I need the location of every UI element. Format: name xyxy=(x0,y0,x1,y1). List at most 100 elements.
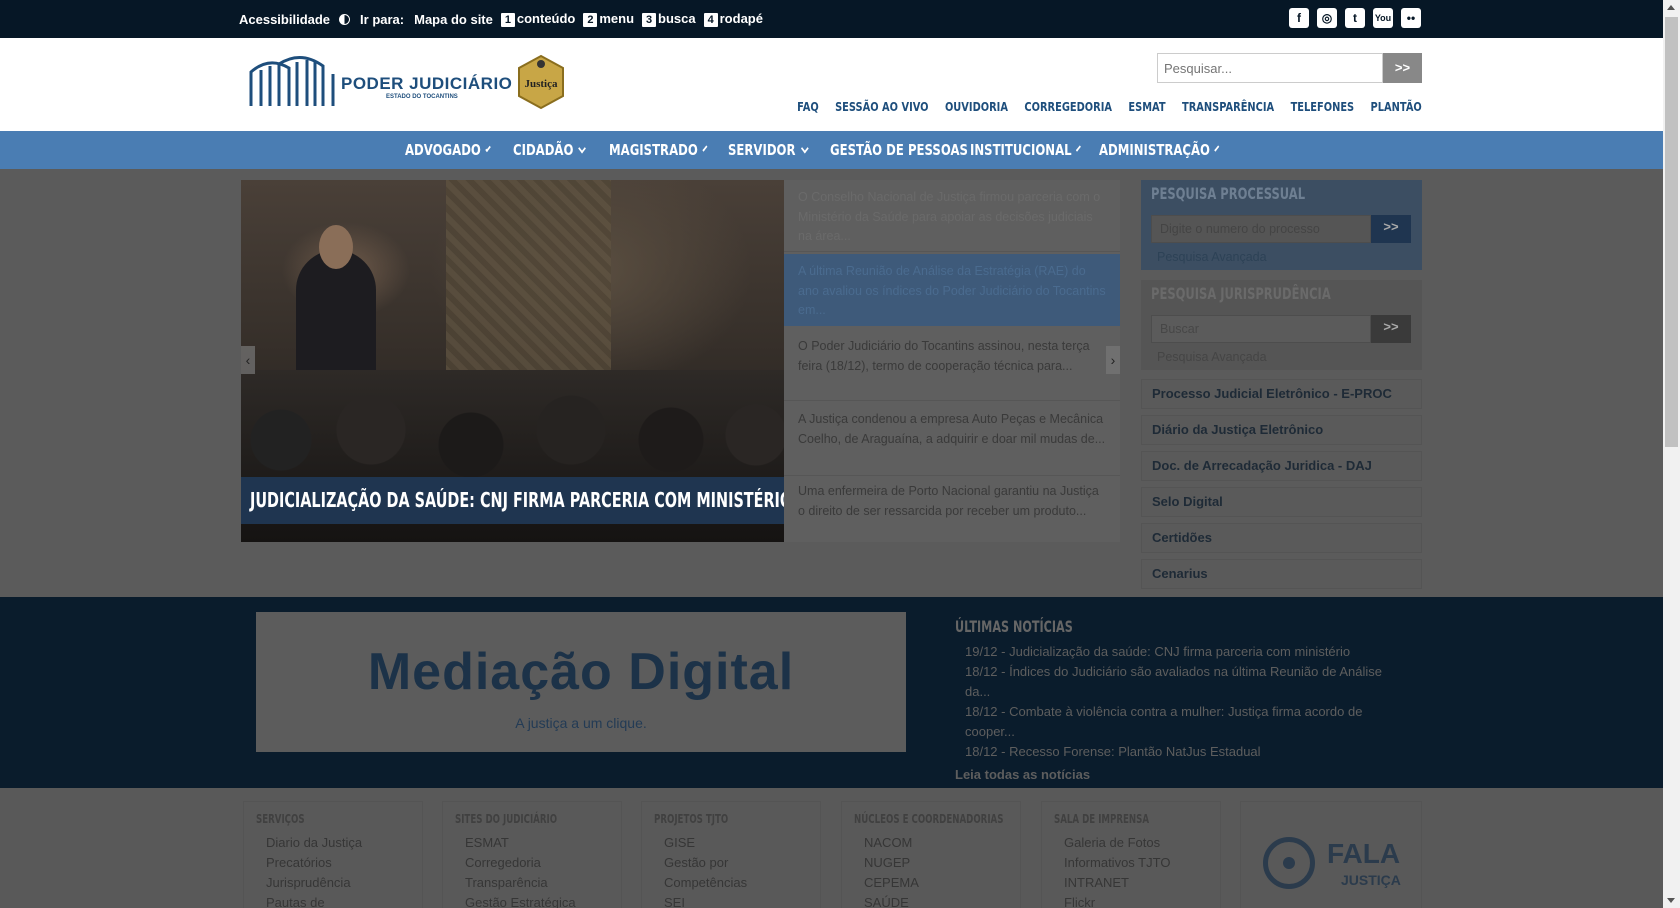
facebook-icon[interactable]: f xyxy=(1289,8,1309,28)
processo-search-button[interactable]: >> xyxy=(1371,215,1411,243)
instagram-icon[interactable]: ◎ xyxy=(1317,8,1337,28)
pesquisa-processual-title: PESQUISA PROCESSUAL xyxy=(1151,184,1306,203)
footer-link[interactable]: Galeria de Fotos xyxy=(1064,833,1170,853)
sidebar-link-diario[interactable]: Diário da Justiça Eletrônico xyxy=(1141,415,1422,445)
footer-link[interactable]: NACOM xyxy=(864,833,919,853)
processo-number-input[interactable]: Digite o numero do processo xyxy=(1151,215,1371,243)
nav-administracao[interactable]: ADMINISTRAÇÃO xyxy=(1099,141,1220,159)
link-corregedoria[interactable]: CORREGEDORIA xyxy=(1025,100,1113,114)
processual-advanced-link[interactable]: Pesquisa Avançada xyxy=(1157,250,1267,264)
news-band: Mediação Digital A justiça a um clique. … xyxy=(0,597,1663,788)
slider-prev-button[interactable]: ‹ xyxy=(241,346,255,374)
link-faq[interactable]: FAQ xyxy=(797,100,819,114)
footer-heading: PROJETOS TJTO xyxy=(654,812,729,826)
slider-news-item[interactable]: Uma enfermeira de Porto Nacional garanti… xyxy=(784,482,1120,542)
link-transparencia[interactable]: TRANSPARÊNCIA xyxy=(1182,100,1274,114)
link-plantao[interactable]: PLANTÃO xyxy=(1371,100,1422,114)
nav-magistrado[interactable]: MAGISTRADO xyxy=(609,141,708,159)
nav-institucional[interactable]: INSTITUCIONAL xyxy=(970,141,1082,159)
fala-justica-banner[interactable]: FALA JUSTIÇA xyxy=(1240,801,1422,908)
jurisprudencia-search-input[interactable]: Buscar xyxy=(1151,315,1371,343)
link-esmat[interactable]: ESMAT xyxy=(1129,100,1166,114)
accessibility-link[interactable]: Acessibilidade xyxy=(239,12,330,27)
all-news-link[interactable]: Leia todas as notícias xyxy=(955,767,1385,782)
mediacao-digital-banner[interactable]: Mediação Digital A justiça a um clique. xyxy=(256,612,906,752)
footer-link[interactable]: Precatórios xyxy=(266,853,362,873)
scroll-up-icon[interactable] xyxy=(1667,5,1675,10)
nav-cidadao[interactable]: CIDADÃO xyxy=(513,141,588,159)
footer-link[interactable]: NUGEP xyxy=(864,853,919,873)
slider-news-item[interactable]: O Conselho Nacional de Justiça firmou pa… xyxy=(784,188,1120,252)
jurisprudencia-advanced-link[interactable]: Pesquisa Avançada xyxy=(1157,350,1267,364)
chevron-down-icon xyxy=(485,144,491,152)
site-header: PODER JUDICIÁRIO ESTADO DO TOCANTINS Jus… xyxy=(0,38,1663,131)
footer-link[interactable]: Competências xyxy=(664,873,747,893)
youtube-icon[interactable]: You xyxy=(1373,8,1393,28)
footer-column-sites: SITES DO JUDICIÁRIO ESMAT Corregedoria T… xyxy=(442,801,622,908)
ultimas-noticias: ÚLTIMAS NOTÍCIAS 19/12 - Judicialização … xyxy=(955,617,1385,782)
news-list-item[interactable]: 18/12 - Recesso Forense: Plantão NatJus … xyxy=(955,742,1385,762)
sidebar-link-daj[interactable]: Doc. de Arrecadação Juridica - DAJ xyxy=(1141,451,1422,481)
footer-link[interactable]: SEI xyxy=(664,893,747,908)
nav-gestao-de-pessoas[interactable]: GESTÃO DE PESSOAS xyxy=(830,141,968,159)
footer-link[interactable]: Pautas de xyxy=(266,893,362,908)
search-button[interactable]: >> xyxy=(1383,53,1422,83)
contrast-icon[interactable] xyxy=(339,13,351,25)
footer-link[interactable]: Informativos TJTO xyxy=(1064,853,1170,873)
news-slider[interactable]: JUDICIALIZAÇÃO DA SAÚDE: CNJ FIRMA PARCE… xyxy=(241,180,784,542)
footer-link[interactable]: Gestão por xyxy=(664,853,747,873)
slider-news-list: O Conselho Nacional de Justiça firmou pa… xyxy=(784,180,1120,542)
footer-link[interactable]: ESMAT xyxy=(465,833,576,853)
skip-footer-link[interactable]: 4 rodapé xyxy=(703,11,763,27)
footer-link[interactable]: Corregedoria xyxy=(465,853,576,873)
sidebar-link-eproc[interactable]: Processo Judicial Eletrônico - E-PROC xyxy=(1141,379,1422,409)
footer-link[interactable]: Flickr xyxy=(1064,893,1170,908)
link-sessao-ao-vivo[interactable]: SESSÃO AO VIVO xyxy=(835,100,928,114)
news-list-item[interactable]: 18/12 - Combate à violência contra a mul… xyxy=(955,702,1385,742)
news-list-item[interactable]: 19/12 - Judicialização da saúde: CNJ fir… xyxy=(955,642,1385,662)
scroll-down-icon[interactable] xyxy=(1667,898,1675,903)
jurisprudencia-search-button[interactable]: >> xyxy=(1371,315,1411,343)
news-list-item[interactable]: 18/12 - Índices do Judiciário são avalia… xyxy=(955,662,1385,702)
skip-content-link[interactable]: 1 conteúdo xyxy=(500,11,575,27)
footer: SERVIÇOS Diario da Justiça Precatórios J… xyxy=(0,788,1663,908)
key-badge: 1 xyxy=(500,13,515,27)
key-badge: 4 xyxy=(703,13,718,27)
slider-news-item[interactable]: A Justiça condenou a empresa Auto Peças … xyxy=(784,410,1120,476)
footer-link[interactable]: INTRANET xyxy=(1064,873,1170,893)
footer-link[interactable]: SAÚDE xyxy=(864,893,919,908)
banner-subtitle: A justiça a um clique. xyxy=(515,715,647,731)
skip-menu-link[interactable]: 2 menu xyxy=(583,11,634,27)
nav-label: ADVOGADO xyxy=(405,141,481,159)
sitemap-link[interactable]: Mapa do site xyxy=(414,12,493,27)
flickr-icon[interactable]: •• xyxy=(1401,8,1421,28)
nav-servidor[interactable]: SERVIDOR xyxy=(728,141,809,159)
nav-advogado[interactable]: ADVOGADO xyxy=(405,141,491,159)
sidebar-link-certidoes[interactable]: Certidões xyxy=(1141,523,1422,553)
link-ouvidoria[interactable]: OUVIDORIA xyxy=(945,100,1008,114)
link-telefones[interactable]: TELEFONES xyxy=(1291,100,1355,114)
footer-link[interactable]: Gestão Estratégica xyxy=(465,893,576,908)
pesquisa-jurisprudencia-box: PESQUISA JURISPRUDÊNCIA Buscar >> Pesqui… xyxy=(1141,280,1422,370)
social-links: f ◎ t You •• xyxy=(1289,8,1421,28)
slide-caption[interactable]: JUDICIALIZAÇÃO DA SAÚDE: CNJ FIRMA PARCE… xyxy=(241,477,784,524)
site-search: >> xyxy=(1157,53,1422,83)
skip-search-link[interactable]: 3 busca xyxy=(642,11,696,27)
page-scrollbar[interactable] xyxy=(1663,0,1680,908)
twitter-icon[interactable]: t xyxy=(1345,8,1365,28)
sidebar-link-selo-digital[interactable]: Selo Digital xyxy=(1141,487,1422,517)
key-badge: 3 xyxy=(642,13,657,27)
main-nav-items: ADVOGADO CIDADÃO MAGISTRADO SERVIDOR GES… xyxy=(405,131,1229,169)
footer-link[interactable]: GISE xyxy=(664,833,747,853)
slider-news-item-active[interactable]: A última Reunião de Análise da Estratégi… xyxy=(784,254,1120,326)
search-input[interactable] xyxy=(1157,53,1383,83)
scrollbar-thumb[interactable] xyxy=(1665,17,1678,447)
footer-link[interactable]: Diario da Justiça xyxy=(266,833,362,853)
footer-link[interactable]: Transparência xyxy=(465,873,576,893)
footer-link[interactable]: CEPEMA xyxy=(864,873,919,893)
sidebar-link-cenarius[interactable]: Cenarius xyxy=(1141,559,1422,589)
footer-link[interactable]: Jurisprudência xyxy=(266,873,362,893)
chevron-down-icon xyxy=(1076,144,1082,152)
slider-news-item[interactable]: O Poder Judiciário do Tocantins assinou,… xyxy=(784,337,1120,401)
slider-next-button[interactable]: › xyxy=(1106,346,1120,374)
